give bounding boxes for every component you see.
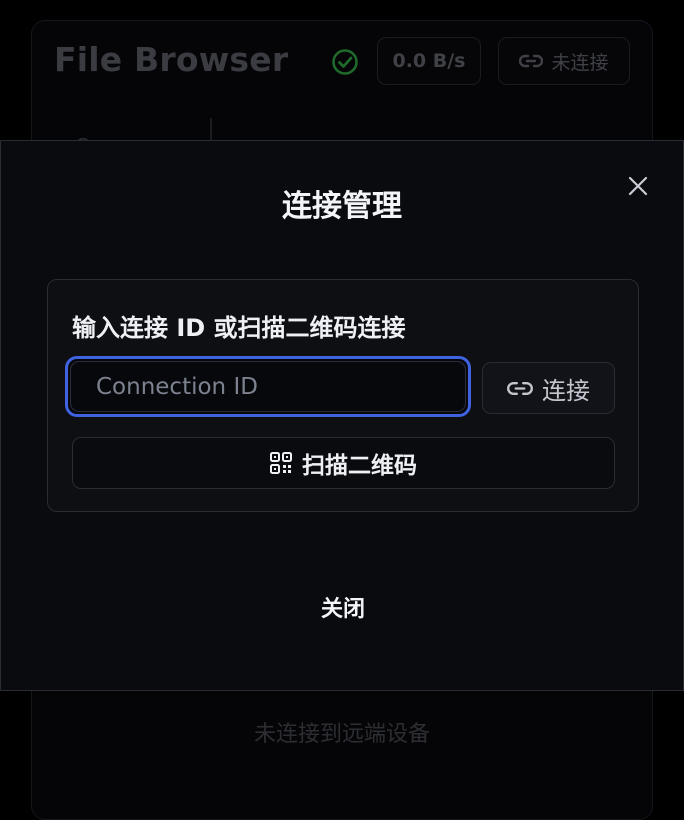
- scan-qr-label: 扫描二维码: [302, 453, 417, 479]
- check-circle-icon: [332, 49, 358, 75]
- dialog-title: 连接管理: [282, 189, 402, 224]
- connect-button[interactable]: 连接: [482, 362, 615, 414]
- connection-id-input[interactable]: [65, 356, 471, 417]
- app-title: File Browser: [54, 40, 289, 79]
- close-button-label: 关闭: [320, 597, 365, 622]
- link-icon: [507, 381, 533, 395]
- scan-qr-button[interactable]: 扫描二维码: [72, 437, 615, 489]
- close-button[interactable]: 关闭: [293, 585, 393, 629]
- close-icon[interactable]: [626, 174, 650, 198]
- qr-code-icon: [270, 452, 292, 474]
- speed-value: 0.0 B/s: [392, 50, 466, 72]
- empty-state-message: 未连接到远端设备: [253, 722, 430, 747]
- link-icon: [519, 54, 544, 68]
- connection-manager-dialog: 连接管理 输入连接 ID 或扫描二维码连接 连接: [0, 140, 684, 691]
- toolbar-divider: [210, 118, 212, 142]
- connection-status-label: 未连接: [551, 51, 609, 74]
- connect-button-label: 连接: [542, 376, 590, 405]
- connect-prompt: 输入连接 ID 或扫描二维码连接: [72, 314, 406, 342]
- connect-panel: 输入连接 ID 或扫描二维码连接 连接: [47, 279, 639, 512]
- connection-status-button[interactable]: 未连接: [498, 37, 630, 85]
- speed-indicator: 0.0 B/s: [377, 37, 481, 85]
